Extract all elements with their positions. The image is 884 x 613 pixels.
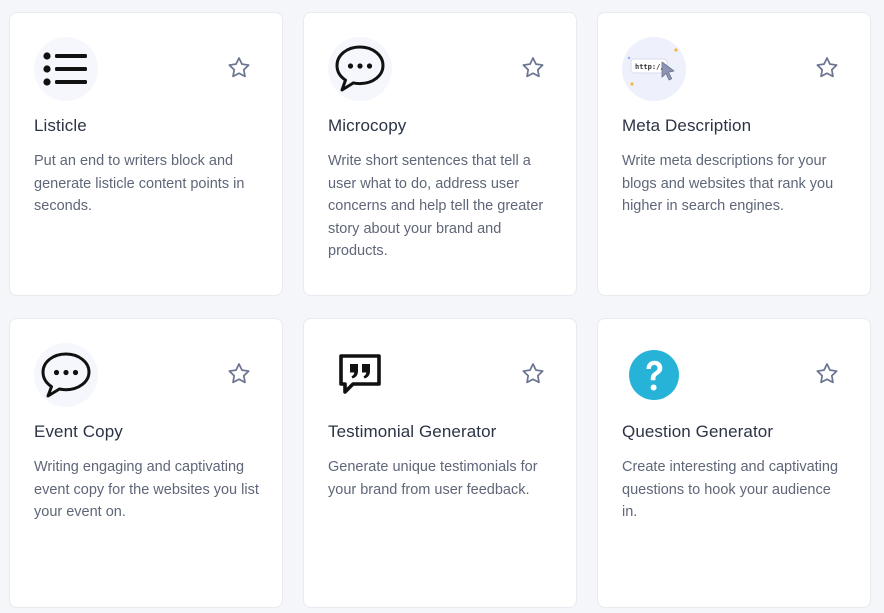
template-card-listicle[interactable]: Listicle Put an end to writers block and…	[9, 12, 283, 296]
template-card-testimonial-generator[interactable]: Testimonial Generator Generate unique te…	[303, 318, 577, 608]
card-title: Event Copy	[34, 422, 123, 441]
question-mark-icon	[622, 343, 686, 407]
favorite-star-icon[interactable]	[520, 361, 546, 387]
template-card-question-generator[interactable]: Question Generator Create interesting an…	[597, 318, 871, 608]
card-description: Generate unique testimonials for your br…	[328, 459, 538, 498]
favorite-star-icon[interactable]	[814, 361, 840, 387]
template-card-meta-description[interactable]: http:// Meta Description Write meta desc…	[597, 12, 871, 296]
favorite-star-icon[interactable]	[520, 55, 546, 81]
template-card-event-copy[interactable]: Event Copy Writing engaging and captivat…	[9, 318, 283, 608]
card-title: Listicle	[34, 116, 87, 135]
card-description: Put an end to writers block and generate…	[34, 153, 245, 215]
favorite-star-icon[interactable]	[226, 361, 252, 387]
url-text: http://	[635, 63, 665, 71]
card-description: Create interesting and captivating quest…	[622, 459, 839, 521]
favorite-star-icon[interactable]	[226, 55, 252, 81]
chat-bubble-icon	[328, 37, 392, 101]
card-title: Testimonial Generator	[328, 422, 497, 441]
card-description: Write short sentences that tell a user w…	[328, 153, 544, 260]
template-card-microcopy[interactable]: Microcopy Write short sentences that tel…	[303, 12, 577, 296]
chat-bubble-icon	[34, 343, 98, 407]
card-description: Writing engaging and captivating event c…	[34, 459, 259, 521]
card-title: Question Generator	[622, 422, 774, 441]
template-grid: Listicle Put an end to writers block and…	[0, 0, 884, 613]
quote-bubble-icon	[328, 343, 392, 407]
card-title: Microcopy	[328, 116, 407, 135]
url-cursor-icon: http://	[622, 37, 686, 101]
favorite-star-icon[interactable]	[814, 55, 840, 81]
card-title: Meta Description	[622, 116, 752, 135]
list-icon	[34, 37, 98, 101]
card-description: Write meta descriptions for your blogs a…	[622, 153, 834, 215]
